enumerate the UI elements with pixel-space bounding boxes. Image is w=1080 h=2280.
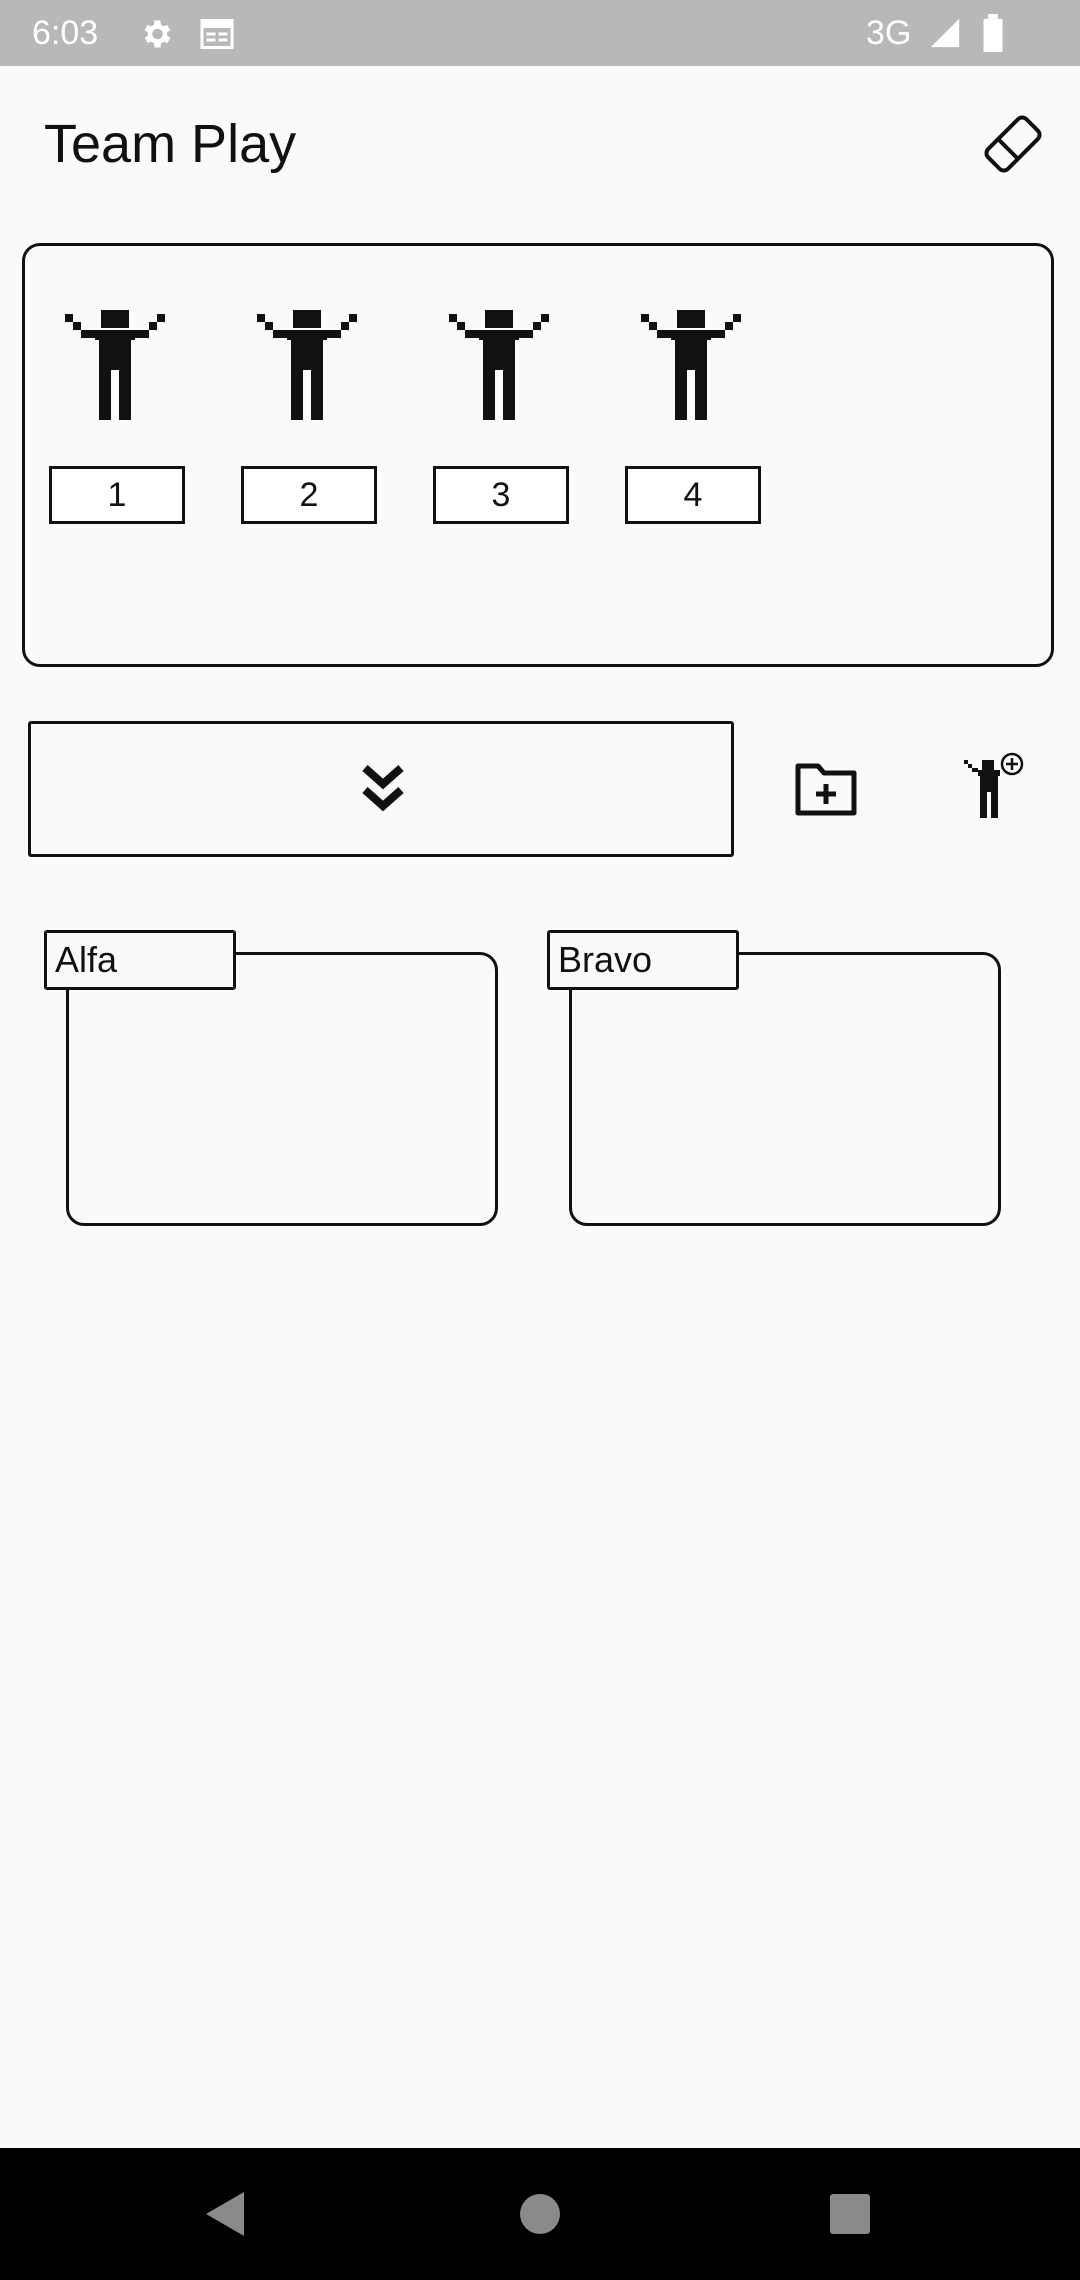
recents-icon[interactable]: [828, 2192, 872, 2236]
person-add-icon[interactable]: [962, 752, 1026, 820]
player-panel: 1 2 3 4: [22, 243, 1054, 667]
battery-icon: [983, 14, 1003, 52]
expand-dropdown-button[interactable]: [28, 721, 734, 857]
navigation-bar: [0, 2148, 1080, 2280]
team-folder[interactable]: Alfa: [44, 930, 504, 1230]
team-name[interactable]: Alfa: [44, 930, 236, 990]
team-name[interactable]: Bravo: [547, 930, 739, 990]
gear-icon: [144, 20, 171, 48]
double-chevron-down-icon: [362, 765, 404, 812]
eraser-icon[interactable]: [978, 112, 1048, 176]
team-drop-area[interactable]: [66, 952, 498, 1226]
person-arms-up-icon: [257, 310, 357, 420]
back-icon[interactable]: [204, 2190, 246, 2238]
team-folder[interactable]: Bravo: [547, 930, 1007, 1230]
calendar-icon: [200, 19, 234, 49]
status-time: 6:03: [32, 14, 99, 52]
player-number[interactable]: 3: [433, 466, 569, 524]
signal-icon: [930, 18, 960, 48]
player-number[interactable]: 1: [49, 466, 185, 524]
page-title: Team Play: [44, 114, 297, 174]
player-number[interactable]: 4: [625, 466, 761, 524]
person-arms-up-icon: [449, 310, 549, 420]
network-type: 3G: [866, 14, 912, 52]
home-icon[interactable]: [518, 2192, 562, 2236]
person-arms-up-icon: [641, 310, 741, 420]
status-bar: 6:03 3G: [0, 0, 1080, 66]
folder-add-icon[interactable]: [794, 758, 858, 818]
person-arms-up-icon: [65, 310, 165, 420]
player-number[interactable]: 2: [241, 466, 377, 524]
team-drop-area[interactable]: [569, 952, 1001, 1226]
